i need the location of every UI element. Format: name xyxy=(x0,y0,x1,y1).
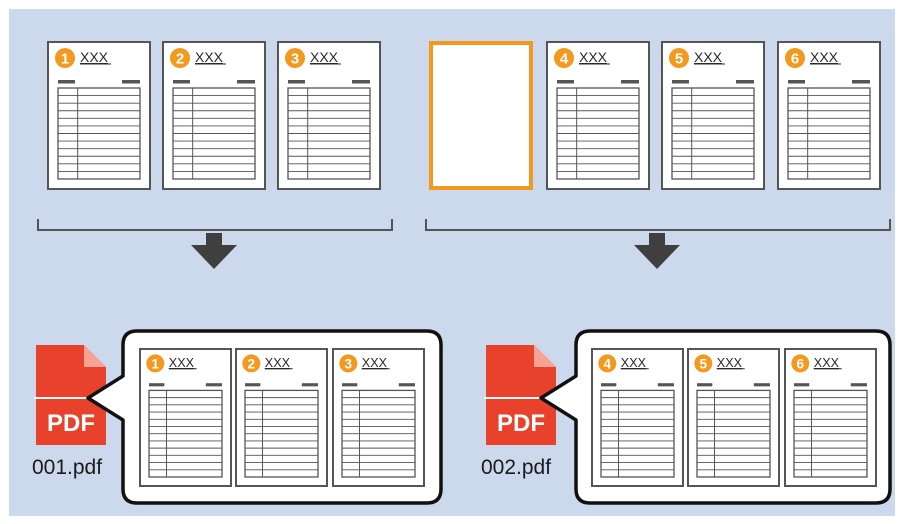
separation-diagram: 1 XXX 2 XXX 3 XXX 4 XXX 5 XXX 6 XXXPDF001.pdf1 XXX 2 X… xyxy=(9,9,895,516)
header-mark-right xyxy=(398,383,415,387)
header-mark-left xyxy=(245,383,261,387)
document-page: 5 XXX xyxy=(661,41,765,190)
separator-sheet xyxy=(429,41,533,190)
document-page: 6 XXX xyxy=(777,41,881,190)
page-title: XXX xyxy=(694,49,723,65)
header-mark-left xyxy=(288,80,305,84)
page-number: 3 xyxy=(291,51,299,68)
page-title: XXX xyxy=(814,356,840,370)
header-mark-left xyxy=(173,80,190,84)
header-mark-left xyxy=(58,80,75,84)
header-mark-left xyxy=(601,383,617,387)
header-mark-right xyxy=(237,80,255,84)
page-title: XXX xyxy=(169,356,195,370)
header-mark-left xyxy=(697,383,713,387)
page-title: XXX xyxy=(265,356,291,370)
document-page: 5 XXX xyxy=(687,348,780,487)
header-mark-left xyxy=(342,383,358,387)
page-number: 1 xyxy=(61,51,69,68)
header-mark-left xyxy=(557,80,574,84)
document-page: 4 XXX xyxy=(591,348,684,487)
page-number: 2 xyxy=(248,356,256,371)
header-mark-left xyxy=(794,383,810,387)
page-title: XXX xyxy=(621,356,647,370)
page-number: 2 xyxy=(176,51,184,68)
header-mark-right xyxy=(736,80,754,84)
header-mark-left xyxy=(788,80,805,84)
page-number: 6 xyxy=(797,356,805,371)
header-mark-right xyxy=(301,383,318,387)
header-mark-right xyxy=(352,80,370,84)
page-title: XXX xyxy=(810,49,839,65)
output-filename: 001.pdf xyxy=(32,456,102,479)
page-number: 3 xyxy=(345,356,353,371)
document-page: 2 XXX xyxy=(162,41,266,190)
document-page: 1 XXX xyxy=(139,348,232,487)
document-page: 4 XXX xyxy=(546,41,650,190)
header-mark-left xyxy=(149,383,165,387)
header-mark-right xyxy=(753,383,770,387)
page-title: XXX xyxy=(310,49,339,65)
header-mark-right xyxy=(852,80,870,84)
page-number: 1 xyxy=(152,356,160,371)
header-mark-left xyxy=(672,80,689,84)
page-title: XXX xyxy=(579,49,608,65)
document-page: 3 XXX xyxy=(277,41,381,190)
output-filename: 002.pdf xyxy=(481,456,551,479)
header-mark-right xyxy=(122,80,140,84)
page-title: XXX xyxy=(717,356,743,370)
header-mark-right xyxy=(657,383,674,387)
header-mark-right xyxy=(850,383,867,387)
page-title: XXX xyxy=(362,356,388,370)
page-number: 6 xyxy=(791,51,799,68)
pdf-icon-label: PDF xyxy=(47,410,95,437)
header-mark-right xyxy=(205,383,222,387)
page-title: XXX xyxy=(195,49,224,65)
page-number: 4 xyxy=(604,356,612,371)
document-page: 6 XXX xyxy=(784,348,877,487)
pdf-icon-label: PDF xyxy=(497,410,545,437)
page-number: 4 xyxy=(560,51,569,68)
page-number: 5 xyxy=(700,356,708,371)
page-number: 5 xyxy=(675,51,683,68)
header-mark-right xyxy=(621,80,639,84)
document-page: 1 XXX xyxy=(47,41,151,190)
document-page: 3 XXX xyxy=(332,348,425,487)
document-page: 2 XXX xyxy=(235,348,328,487)
page-title: XXX xyxy=(80,49,109,65)
